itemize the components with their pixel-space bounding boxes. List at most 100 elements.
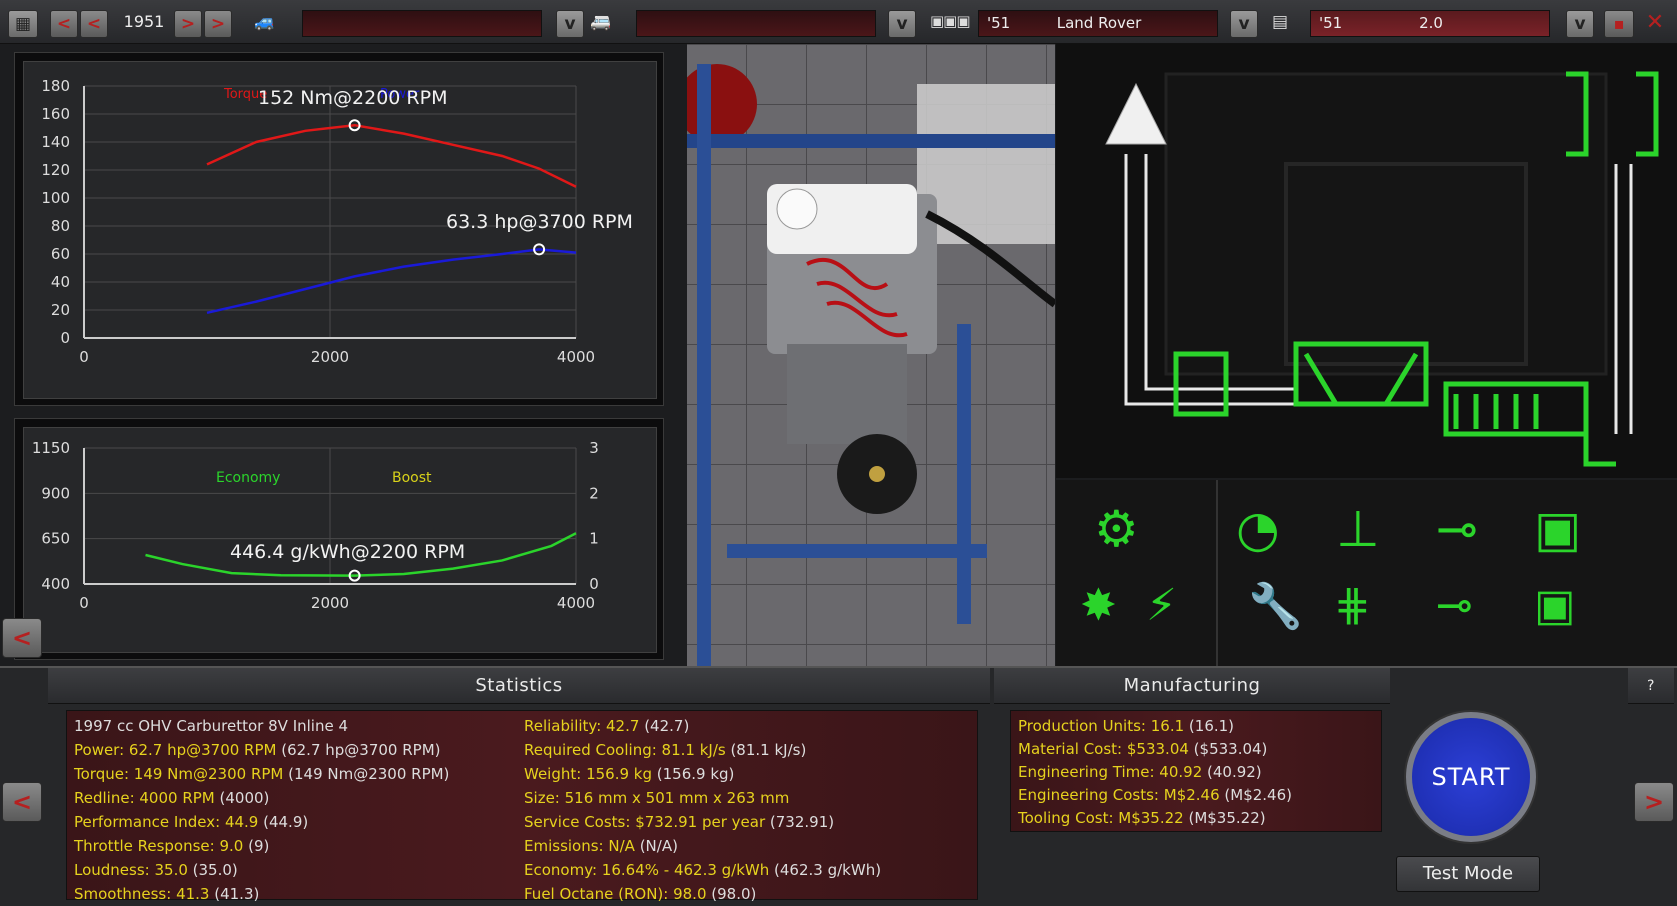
torque-y-tick: 60 [51, 245, 70, 263]
power-series-line [206, 248, 577, 315]
camshaft-part-icon[interactable]: ⋕ [1334, 580, 1371, 631]
torque-power-panel: 0 2000 4000 180 160 140 120 100 80 60 40 20 0 Torque P… [14, 52, 664, 406]
stat-label: Engineering Time: 40.92 [1018, 763, 1203, 781]
stat-value: (41.3) [209, 885, 260, 903]
torque-x-tick: 0 [79, 348, 89, 366]
stat-value: (156.9 kg) [652, 765, 735, 783]
stat-label: Engineering Costs: M$2.46 [1018, 786, 1220, 804]
car-model-field[interactable] [302, 10, 542, 37]
help-button[interactable]: ? [1628, 668, 1674, 704]
stat-label: Tooling Cost: M$35.22 [1018, 809, 1184, 827]
stat-label: Service Costs: $732.91 per year [524, 813, 766, 831]
stat-label: 1997 cc OHV Carburettor 8V Inline 4 [74, 717, 349, 735]
stat-label: Performance Index: 44.9 [74, 813, 259, 831]
stat-value: ($533.04) [1188, 740, 1268, 758]
economy-x-tick: 2000 [311, 594, 349, 612]
close-icon[interactable]: ✕ [1640, 10, 1670, 38]
valve-part-icon[interactable]: ⊥ [1336, 500, 1380, 558]
conrod-alt-part-icon[interactable]: ⊸ [1436, 580, 1473, 631]
year-prev-button[interactable]: < [80, 10, 108, 38]
stat-value: (732.91) [765, 813, 835, 831]
stats-left-row: Torque: 149 Nm@2300 RPM (149 Nm@2300 RPM… [74, 765, 449, 783]
economy-annotation: 446.4 g/kWh@2200 RPM [230, 541, 465, 563]
bottom-prev-button[interactable]: < [2, 782, 42, 822]
economy-plot-area: 0 2000 4000 1150 900 650 400 3 2 1 0 Economy Boost 44… [23, 427, 657, 653]
stats-right-row: Required Cooling: 81.1 kJ/s (81.1 kJ/s) [524, 741, 806, 759]
torque-power-plot-area: 0 2000 4000 180 160 140 120 100 80 60 40 20 0 Torque P… [23, 61, 657, 399]
torque-power-chart: 0 2000 4000180160140120100806040200Torque P… [41, 77, 633, 366]
stat-label: Fuel Octane (RON): 98.0 [524, 885, 707, 903]
stat-value: (4000) [214, 789, 270, 807]
stat-value: (M$2.46) [1219, 786, 1292, 804]
economy-x-tick: 4000 [557, 594, 595, 612]
variant-name-label: 2.0 [1419, 14, 1443, 32]
engine-block-part-icon[interactable]: ⚙ [1094, 500, 1139, 558]
stats-left-row: Redline: 4000 RPM (4000) [74, 789, 269, 807]
car-model-dropdown-button[interactable]: v [556, 10, 584, 38]
economy-y-tick: 900 [41, 484, 70, 502]
engine-name-label: Land Rover [1056, 14, 1142, 32]
torque-x-tick: 4000 [557, 348, 595, 366]
stat-label: Loudness: 35.0 [74, 861, 188, 879]
engine-block-icon: ▣▣▣ [930, 12, 971, 30]
start-button[interactable]: START [1406, 712, 1536, 842]
save-icon[interactable]: ▪ [1604, 10, 1634, 38]
stat-value: (M$35.22) [1183, 809, 1266, 827]
year-next-button[interactable]: > [174, 10, 202, 38]
stat-label: Economy: 16.64% - 462.3 g/kWh [524, 861, 770, 879]
stat-label: Redline: 4000 RPM [74, 789, 215, 807]
economy-y-tick: 400 [41, 575, 70, 593]
conrod-part-icon[interactable]: ⊸ [1436, 500, 1478, 558]
engine-designer-app: ▦ < < 1951 > > 🚙 v 🚐 v ▣▣▣ '51 Land Rove… [0, 0, 1677, 906]
parts-divider [1216, 480, 1218, 666]
ignition-part-icon[interactable]: ✸ [1080, 580, 1117, 631]
torque-y-tick: 80 [51, 217, 70, 235]
stats-left-row: Performance Index: 44.9 (44.9) [74, 813, 308, 831]
engine-family-dropdown-button[interactable]: v [1230, 10, 1258, 38]
calendar-icon[interactable]: ▦ [8, 10, 38, 38]
engine-schematic [1056, 44, 1677, 478]
stat-label: Size: 516 mm x 501 mm x 263 mm [524, 789, 790, 807]
economy-y2-tick: 0 [589, 575, 599, 593]
tuning-part-icon[interactable]: 🔧 [1248, 580, 1303, 632]
economy-y-tick: 650 [41, 530, 70, 548]
car-trim-dropdown-button[interactable]: v [888, 10, 916, 38]
spark-plug-part-icon[interactable]: ⚡ [1146, 580, 1177, 631]
piston-part-icon[interactable]: ▣ [1534, 500, 1581, 558]
stat-value: (149 Nm@2300 RPM) [283, 765, 450, 783]
bottom-next-button[interactable]: > [1634, 782, 1674, 822]
year-label: 1951 [123, 12, 165, 31]
year-prev-fast-button[interactable]: < [50, 10, 78, 38]
stat-label: Torque: 149 Nm@2300 RPM [74, 765, 284, 783]
piston-alt-part-icon[interactable]: ▣ [1534, 580, 1576, 631]
economy-chart: 0 2000 4000 1150 900 650 400 3 2 1 0 Economy Boost 44… [32, 439, 599, 612]
stat-value: (35.0) [187, 861, 238, 879]
torque-x-tick: 2000 [311, 348, 349, 366]
stat-value: (462.3 g/kWh) [769, 861, 882, 879]
engine-3d-view[interactable] [687, 44, 1055, 666]
economy-x-tick: 0 [79, 594, 89, 612]
engine-variant-dropdown-button[interactable]: v [1566, 10, 1594, 38]
stats-right-row: Size: 516 mm x 501 mm x 263 mm [524, 789, 789, 807]
charts-collapse-button[interactable]: < [2, 618, 42, 658]
stat-label: Throttle Response: 9.0 [74, 837, 244, 855]
stats-right-row: Fuel Octane (RON): 98.0 (98.0) [524, 885, 756, 903]
test-mode-button[interactable]: Test Mode [1396, 856, 1540, 892]
engine-family-field[interactable]: '51 Land Rover [978, 10, 1218, 37]
stats-left-row: Power: 62.7 hp@3700 RPM (62.7 hp@3700 RP… [74, 741, 441, 759]
car-trim-field[interactable] [636, 10, 876, 37]
piston-icon: ▤ [1272, 12, 1289, 32]
year-next-fast-button[interactable]: > [204, 10, 232, 38]
engine-variant-field[interactable]: '51 2.0 [1310, 10, 1550, 37]
torque-peak-annotation: 152 Nm@2200 RPM [258, 87, 447, 109]
manufacturing-header: Manufacturing [994, 668, 1390, 704]
stats-right-row: Economy: 16.64% - 462.3 g/kWh (462.3 g/k… [524, 861, 881, 879]
stat-value: (81.1 kJ/s) [725, 741, 807, 759]
stat-value: (N/A) [634, 837, 678, 855]
stat-label: Smoothness: 41.3 [74, 885, 210, 903]
gauge-part-icon[interactable]: ◔ [1236, 500, 1280, 558]
stats-left-row: Loudness: 35.0 (35.0) [74, 861, 238, 879]
manuf-row: Production Units: 16.1 (16.1) [1018, 717, 1234, 735]
torque-y-tick: 160 [41, 105, 70, 123]
manuf-row: Engineering Costs: M$2.46 (M$2.46) [1018, 786, 1292, 804]
